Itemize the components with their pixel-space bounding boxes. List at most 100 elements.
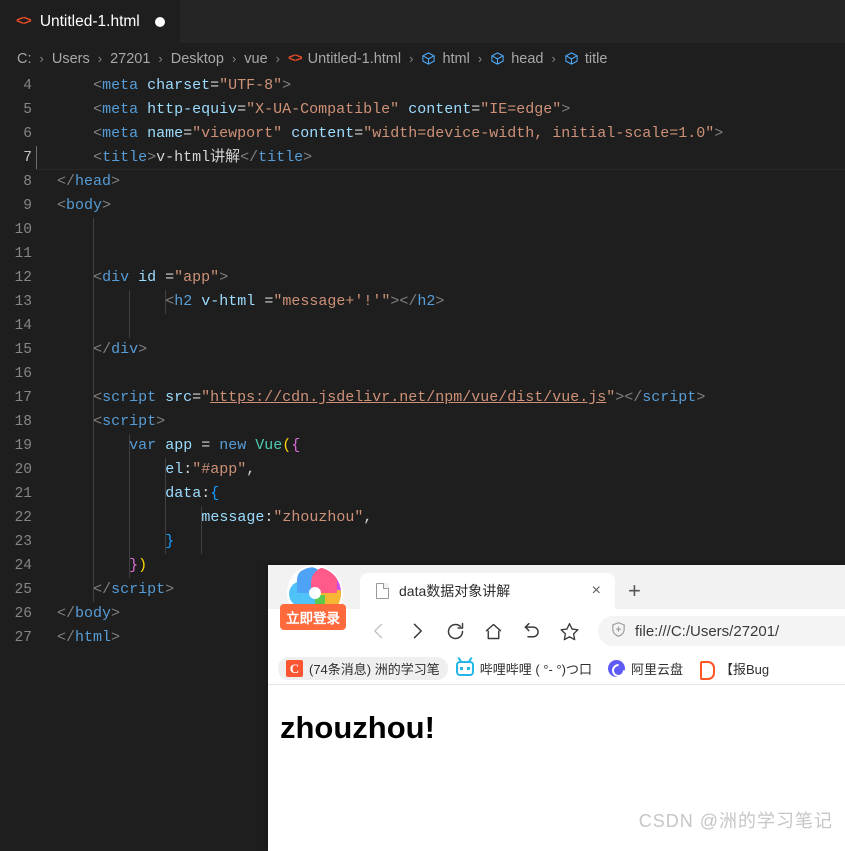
close-icon[interactable]: × [586,583,607,599]
unsaved-dot-icon[interactable] [154,17,165,27]
indent-guide [93,242,95,266]
breadcrumb-item-label: head [511,50,544,67]
forward-arrow-icon[interactable] [398,612,436,650]
line-number: 24 [14,558,32,574]
line-number: 8 [23,174,32,190]
breadcrumb-item-untitled-1-html[interactable]: <> Untitled-1.html [288,51,401,67]
breadcrumb-item-label: C: [17,50,32,67]
line-number: 5 [23,102,32,118]
code-line[interactable]: 8 </head> [0,170,845,194]
login-button[interactable]: 立即登录 [280,604,346,630]
html5-icon: <> [16,14,32,30]
code-line[interactable]: 18 <script> [0,410,845,434]
indent-guide [129,314,131,338]
address-bar[interactable]: file:///C:/Users/27201/ [598,616,845,646]
code-line[interactable]: 4 <meta charset="UTF-8"> [0,74,845,98]
breadcrumb-item-c-[interactable]: C: [17,51,32,67]
line-number: 4 [23,78,32,94]
line-number: 14 [14,318,32,334]
code-line[interactable]: 22 message:"zhouzhou", [0,506,845,530]
line-number: 10 [14,222,32,238]
code-text: <title>v-html讲解</title> [36,146,845,170]
breadcrumb-item-27201[interactable]: 27201 [110,51,150,67]
code-line[interactable]: 11 [0,242,845,266]
indent-guide [93,218,95,242]
code-line[interactable]: 17 <script src="https://cdn.jsdelivr.net/… [0,386,845,410]
browser-tab-strip: 立即登录 data数据对象讲解 × + [268,565,845,630]
back-arrow-icon[interactable] [360,612,398,650]
code-line[interactable]: 13 <h2 v-html ="message+'!'"></h2> [0,290,845,314]
code-line[interactable]: 21 data:{ [0,482,845,506]
code-text: } [57,530,845,554]
code-text: <meta http-equiv="X-UA-Compatible" conte… [93,101,571,118]
bookmark-item-2[interactable]: 阿里云盘 [600,657,691,680]
code-text: el:"#app", [57,458,845,482]
breadcrumb-item-head[interactable]: head [490,51,543,67]
breadcrumb-item-label: 27201 [110,50,151,67]
code-text: <meta charset="UTF-8"> [93,77,292,94]
breadcrumb-separator: › [97,51,103,66]
line-number: 6 [23,126,32,142]
breadcrumb-separator: › [409,51,414,66]
aliyun-icon [607,660,625,677]
browser-tab-active[interactable]: data数据对象讲解 × [360,573,615,609]
code-text: <div id ="app"> [57,266,845,290]
bilibili-icon [455,661,474,676]
breadcrumb-item-desktop[interactable]: Desktop [171,51,224,67]
bookmark-item-3[interactable]: 【报Bug [691,657,777,680]
code-line[interactable]: 15 </div> [0,338,845,362]
code-line[interactable]: 20 el:"#app", [0,458,845,482]
code-line[interactable]: 9 <body> [0,194,845,218]
shield-icon [610,621,627,642]
line-number: 11 [14,246,32,262]
bookmarks-bar: C (74条消息) 洲的学习笔 哔哩哔哩 ( °- °)つ口 阿里云盘 【报Bug [268,653,845,685]
line-number: 15 [14,342,32,358]
star-icon[interactable] [550,612,588,650]
undo-icon[interactable] [512,612,550,650]
code-line[interactable]: 16 [0,362,845,386]
code-text: message:"zhouzhou", [57,506,845,530]
reload-icon[interactable] [436,612,474,650]
code-text [57,242,845,266]
page-heading: zhouzhou! [280,710,435,745]
csdn-icon: C [286,660,303,677]
breadcrumb-item-users[interactable]: Users [52,51,90,67]
browser-toolbar: file:///C:/Users/27201/ [268,609,845,653]
bookmark-label: 哔哩哔哩 ( °- °)つ口 [479,662,592,677]
bookmark-item-1[interactable]: 哔哩哔哩 ( °- °)つ口 [448,657,600,680]
line-number: 26 [14,606,32,622]
page-file-icon [376,583,389,599]
code-line[interactable]: 6 <meta name="viewport" content="width=de… [0,122,845,146]
line-number: 19 [14,438,32,454]
breadcrumb-item-html[interactable]: html [421,51,470,67]
line-number: 17 [14,390,32,406]
breadcrumb-separator: › [158,51,163,66]
breadcrumb-item-vue[interactable]: vue [244,51,267,67]
editor-tab-untitled-1[interactable]: <> Untitled-1.html [0,0,180,43]
code-line[interactable]: 12 <div id ="app"> [0,266,845,290]
breadcrumb-item-title[interactable]: title [564,50,608,67]
code-line[interactable]: 19 var app = new Vue({ [0,434,845,458]
code-text: <body> [57,197,112,214]
line-number: 18 [14,414,32,430]
breadcrumb-item-label: title [584,50,608,67]
code-line[interactable]: 7 <title>v-html讲解</title> [0,146,845,170]
browser-logo-area[interactable]: 立即登录 [280,567,350,630]
code-text: var app = new Vue({ [57,434,845,458]
code-line[interactable]: 10 [0,218,845,242]
code-line[interactable]: 23} [0,530,845,554]
home-icon[interactable] [474,612,512,650]
breadcrumb-separator: › [275,51,281,66]
symbol-tag-icon [564,51,579,66]
editor-tab-label: Untitled-1.html [39,13,140,30]
code-text [57,314,845,338]
bookmark-item-0[interactable]: C (74条消息) 洲的学习笔 [278,657,448,680]
bug-icon [699,660,715,680]
bookmark-label: 【报Bug [719,662,770,677]
code-text: <meta name="viewport" content="width=dev… [93,125,724,142]
line-number: 25 [14,582,32,598]
code-line[interactable]: 5 <meta http-equiv="X-UA-Compatible" cont… [0,98,845,122]
bookmark-label: 阿里云盘 [630,662,683,677]
new-tab-button[interactable]: + [628,580,641,602]
code-line[interactable]: 14 [0,314,845,338]
